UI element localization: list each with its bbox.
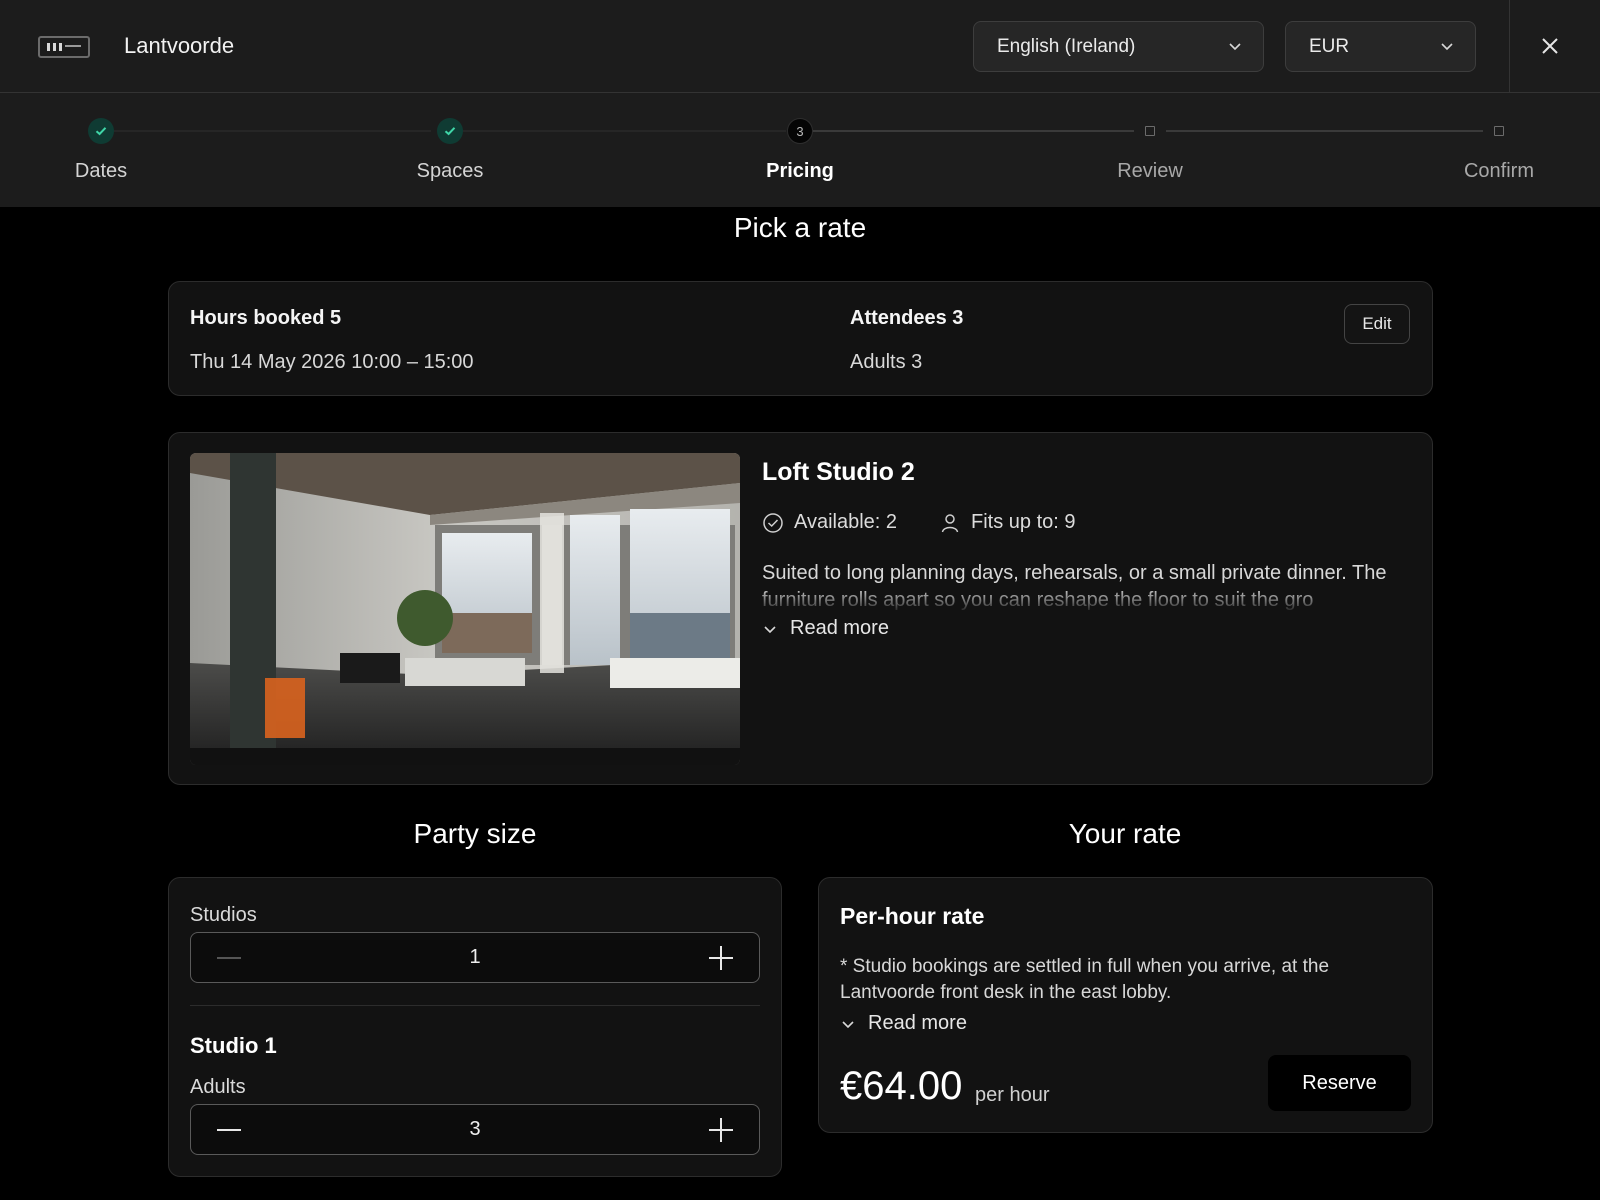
chevron-down-icon [1229,43,1241,51]
booking-date-time: Thu 14 May 2026 10:00 – 15:00 [190,351,474,373]
attendees-heading: Attendees 3 [850,307,964,329]
person-icon [941,513,959,532]
adults-stepper: 3 [190,1104,760,1155]
studios-label: Studios [190,904,257,926]
room-card: Loft Studio 2 Available: 2 Fits up to: 9… [168,432,1433,785]
step-connector [463,130,786,132]
capacity: Fits up to: 9 [939,511,1076,534]
room-name: Loft Studio 2 [762,458,915,486]
adults-value: 3 [469,1118,481,1140]
language-select[interactable]: English (Ireland) [973,21,1264,72]
step-review-label: Review [1117,160,1183,182]
studios-stepper: 1 [190,932,760,983]
step-pricing-number: 3 [787,118,813,144]
your-rate-heading: Your rate [1068,818,1182,849]
reserve-button[interactable]: Reserve [1268,1055,1411,1111]
plus-icon[interactable] [705,943,737,973]
page-title: Pick a rate [733,212,867,243]
chevron-down-icon [1441,43,1453,51]
step-connector [1166,130,1483,132]
step-review-marker [1145,126,1155,136]
header-divider [1509,0,1510,93]
step-spaces-label[interactable]: Spaces [417,160,484,183]
rate-note: * Studio bookings are settled in full wh… [840,956,1330,1003]
language-value: English (Ireland) [997,36,1136,57]
rate-read-more[interactable]: Read more [840,1012,967,1035]
currency-value: EUR [1309,36,1350,57]
rate-read-more-label: Read more [868,1012,967,1034]
rate-card: Per-hour rate * Studio bookings are sett… [818,877,1433,1133]
divider [190,1005,760,1006]
step-confirm-marker [1494,126,1504,136]
logo-icon [38,36,90,58]
plus-icon[interactable] [705,1115,737,1145]
hours-booked-heading: Hours booked 5 [190,307,342,329]
top-bar: Lantvoorde English (Ireland) EUR [0,0,1600,93]
room-read-more[interactable]: Read more [762,617,889,640]
room-read-more-label: Read more [790,617,889,639]
progress-stepper: 3 Dates Spaces Pricing Review Confirm [0,93,1600,207]
step-dates-check-icon [88,118,114,144]
check-circle-icon [763,512,783,533]
chevron-down-icon [842,1020,854,1028]
room-description: Suited to long planning days, rehearsals… [762,562,1387,611]
step-dates-label[interactable]: Dates [75,160,127,183]
capacity-text: Fits up to: 9 [971,511,1076,533]
price: €64.00 [840,1064,963,1108]
step-connector [114,130,431,132]
room-photo [190,453,740,765]
availability: Available: 2 [762,511,897,534]
step-spaces-check-icon [437,118,463,144]
studios-value: 1 [469,946,481,968]
adults-count: Adults 3 [850,351,923,373]
price-unit: per hour [975,1084,1050,1106]
chevron-down-icon [764,625,776,633]
rate-title: Per-hour rate [840,903,985,929]
step-pricing-label: Pricing [766,160,834,182]
party-size-card: Studios 1 Studio 1 Adults 3 [168,877,782,1177]
adults-label: Adults [190,1076,246,1098]
step-confirm-label: Confirm [1463,160,1535,182]
party-size-heading: Party size [413,818,537,849]
edit-button[interactable]: Edit [1344,304,1410,344]
close-icon[interactable] [1538,34,1562,58]
booking-summary-card: Hours booked 5 Thu 14 May 2026 10:00 – 1… [168,281,1433,396]
studio-1-heading: Studio 1 [190,1033,277,1058]
step-connector [813,130,1134,132]
brand-name: Lantvoorde [124,33,235,58]
available-count: Available: 2 [794,511,898,533]
currency-select[interactable]: EUR [1285,21,1476,72]
